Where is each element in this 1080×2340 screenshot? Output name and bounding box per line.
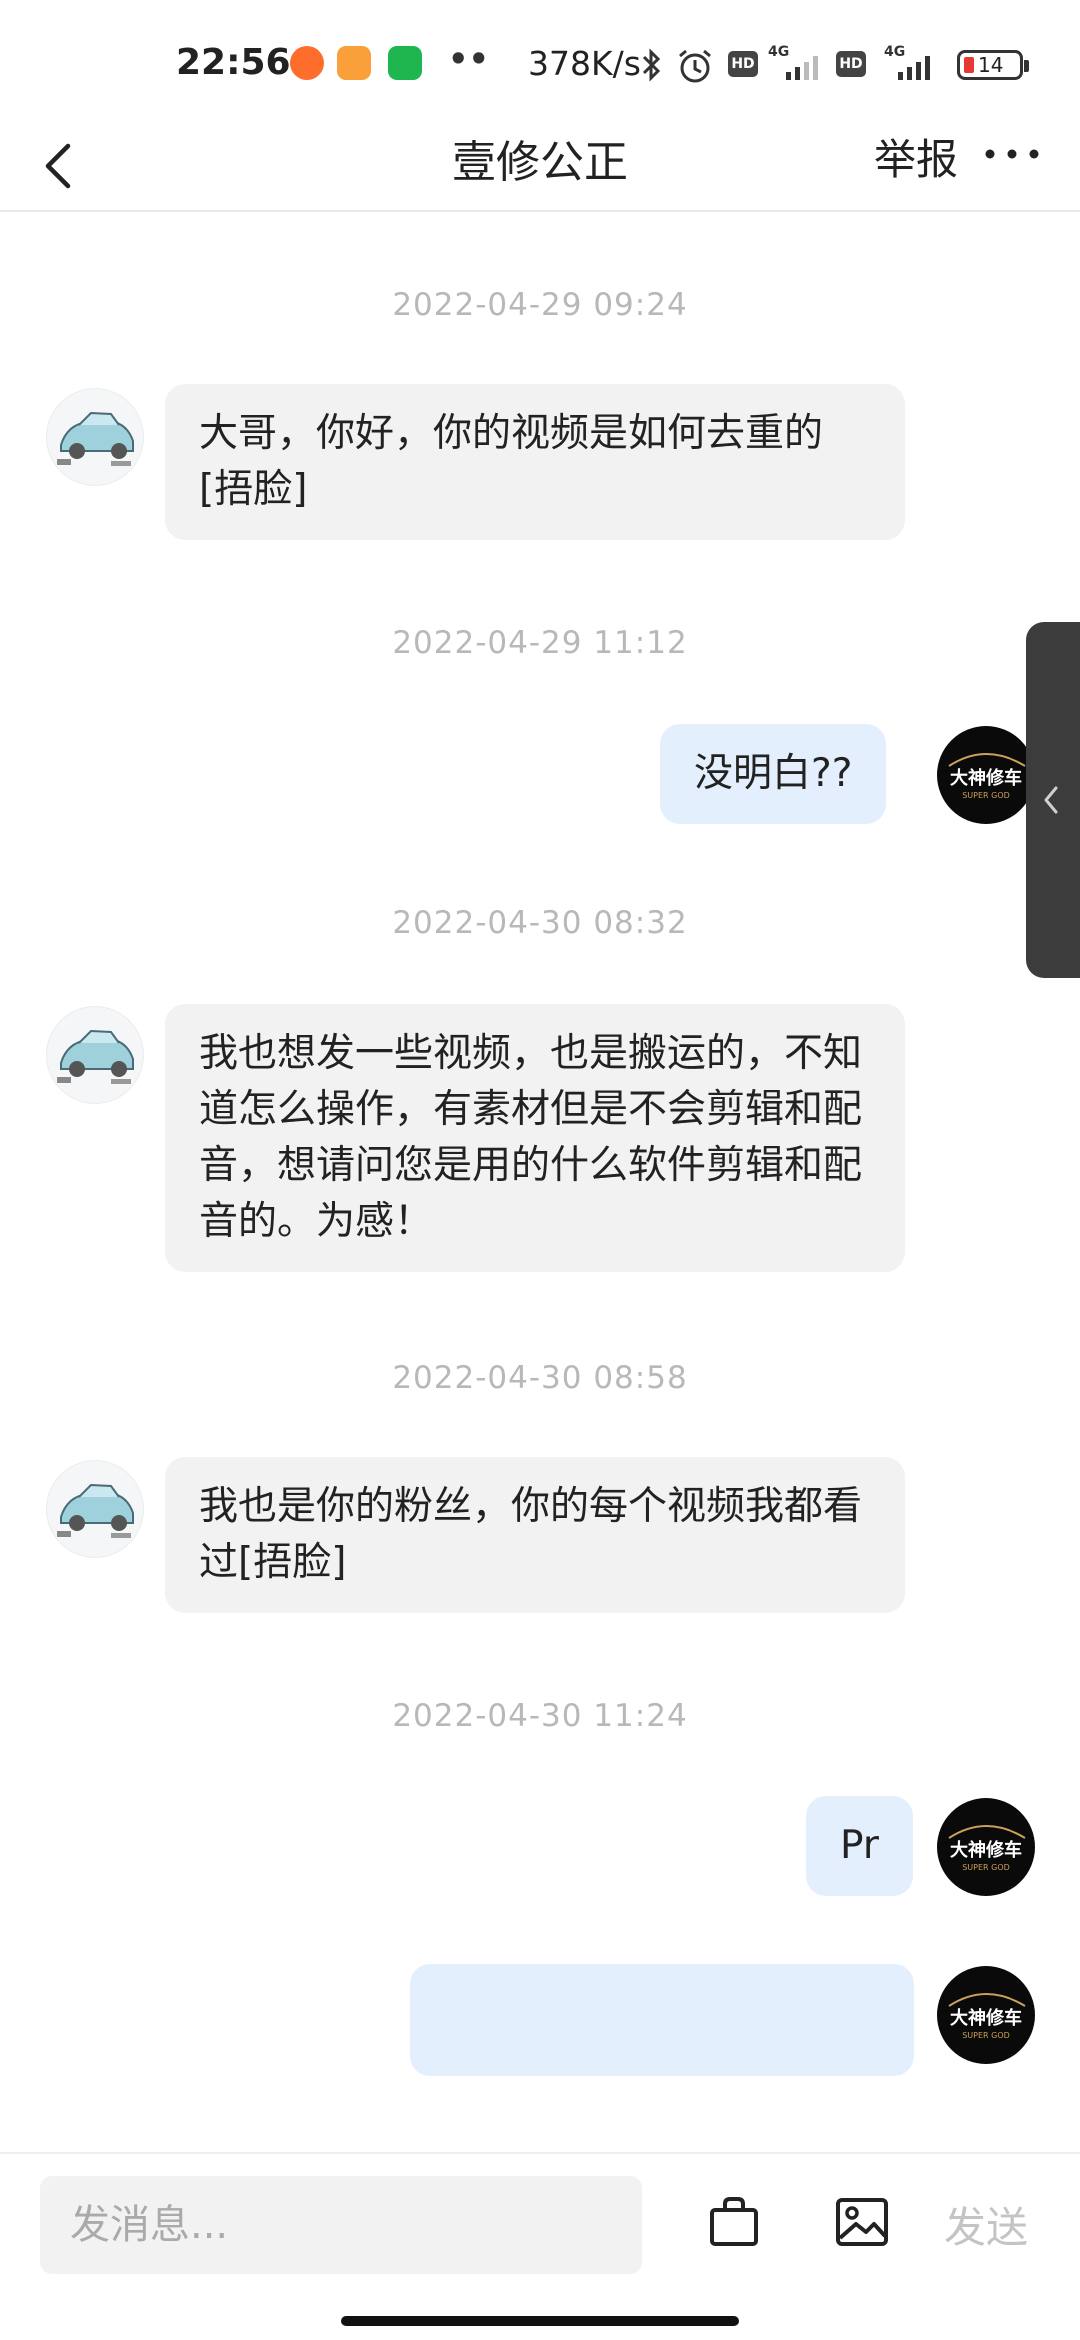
message-timestamp: 2022-04-30 08:58 <box>392 1360 688 1396</box>
chat-screen: 22:56 •• 378K/s HD 4G HD 4G 14 壹修公正 举报 2… <box>0 0 1080 2340</box>
report-button[interactable]: 举报 <box>874 126 958 187</box>
wechat-icon <box>388 46 422 80</box>
message-bubble-redacted[interactable] <box>410 1964 914 2076</box>
message-bubble-incoming[interactable]: 我也是你的粉丝，你的每个视频我都看过[捂脸] <box>165 1457 905 1613</box>
car-repair-icon <box>57 1483 134 1538</box>
message-timestamp: 2022-04-29 09:24 <box>392 287 688 323</box>
shopping-bag-icon[interactable] <box>706 2194 762 2250</box>
message-bubble-incoming[interactable]: 大哥，你好，你的视频是如何去重的[捂脸] <box>165 384 905 540</box>
status-time: 22:56 <box>176 42 291 83</box>
logo-icon: 大神修车 SUPER GOD <box>948 753 1026 800</box>
battery-level: 14 <box>978 53 1004 77</box>
avatar-logo-subtext: SUPER GOD <box>962 791 1010 800</box>
contact-avatar[interactable] <box>46 1460 144 1558</box>
message-bubble-outgoing[interactable]: Pr <box>806 1796 913 1896</box>
avatar-logo-text: 大神修车 <box>950 2007 1022 2029</box>
avatar-logo-subtext: SUPER GOD <box>962 1863 1010 1872</box>
my-avatar[interactable]: 大神修车 SUPER GOD <box>937 1798 1035 1896</box>
contact-avatar[interactable] <box>46 1006 144 1104</box>
side-drawer-handle[interactable] <box>1026 622 1080 978</box>
avatar-logo-subtext: SUPER GOD <box>962 2031 1010 2040</box>
battery-icon: 14 <box>957 50 1029 80</box>
signal-icon <box>898 56 930 80</box>
home-indicator[interactable] <box>341 2316 739 2326</box>
status-bar: 22:56 •• 378K/s HD 4G HD 4G 14 <box>0 0 1080 120</box>
avatar-logo-text: 大神修车 <box>950 767 1022 789</box>
more-notifications-icon: •• <box>448 40 489 78</box>
contact-avatar[interactable] <box>46 388 144 486</box>
network-speed: 378K/s <box>528 44 641 83</box>
message-bubble-incoming[interactable]: 我也想发一些视频，也是搬运的，不知道怎么操作，有素材但是不会剪辑和配音，想请问您… <box>165 1004 905 1272</box>
image-icon[interactable] <box>834 2194 890 2250</box>
message-bubble-outgoing[interactable]: 没明白?? <box>660 724 887 824</box>
signal-icon <box>786 56 818 80</box>
alarm-icon <box>679 49 711 83</box>
more-icon[interactable] <box>980 134 1044 174</box>
message-timestamp: 2022-04-30 11:24 <box>392 1698 688 1734</box>
car-repair-icon <box>57 411 134 466</box>
app-notification-icon <box>290 46 324 80</box>
logo-icon: 大神修车 SUPER GOD <box>948 1993 1026 2040</box>
my-avatar[interactable]: 大神修车 SUPER GOD <box>937 726 1035 824</box>
message-composer: 发消息... 发送 <box>0 2152 1080 2340</box>
avatar-logo-text: 大神修车 <box>950 1839 1022 1861</box>
message-timestamp: 2022-04-29 11:12 <box>392 625 688 661</box>
hd-voice-icon: HD <box>836 51 866 77</box>
car-repair-icon <box>57 1029 134 1084</box>
logo-icon: 大神修车 SUPER GOD <box>948 1825 1026 1872</box>
send-button[interactable]: 发送 <box>944 2194 1028 2255</box>
message-timestamp: 2022-04-30 08:32 <box>392 905 688 941</box>
message-list[interactable]: 2022-04-29 09:24 大哥，你好，你的视频是如何去重的[捂脸] 20… <box>0 212 1080 2152</box>
my-avatar[interactable]: 大神修车 SUPER GOD <box>937 1966 1035 2064</box>
app-notification-icon <box>337 46 371 80</box>
bluetooth-icon <box>642 48 661 82</box>
chevron-left-icon <box>1044 786 1058 814</box>
chat-header: 壹修公正 举报 <box>0 120 1080 212</box>
hd-voice-icon: HD <box>728 51 758 77</box>
message-input[interactable]: 发消息... <box>40 2176 642 2274</box>
